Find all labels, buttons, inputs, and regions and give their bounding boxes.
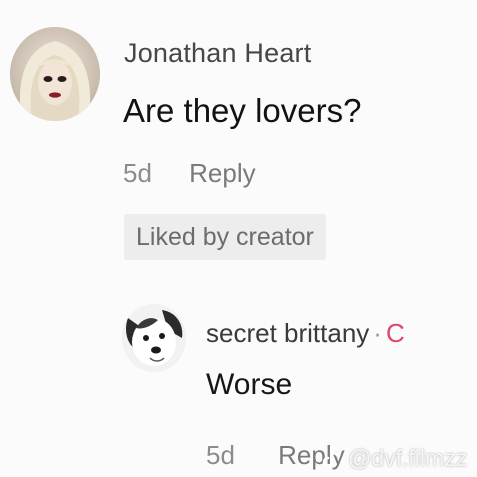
liked-by-creator-badge: Liked by creator <box>124 214 326 260</box>
tiktok-logo-icon <box>322 447 341 468</box>
reply-text: Worse <box>206 368 293 401</box>
avatar-dog-image-icon <box>122 304 186 372</box>
comment-meta: 5d Reply <box>123 158 256 189</box>
reply-timestamp: 5d <box>206 440 235 470</box>
user-avatar-icon[interactable] <box>10 27 100 121</box>
reply-button[interactable]: Reply <box>189 158 255 189</box>
watermark: @dvf.filmzz <box>318 444 467 472</box>
avatar-portrait-icon <box>10 27 100 121</box>
reply-author[interactable]: secret brittany <box>206 318 369 348</box>
comment-text: Are they lovers? <box>123 92 362 129</box>
comment-thread: Jonathan Heart Are they lovers? 5d Reply… <box>0 0 477 477</box>
dog-avatar-icon[interactable] <box>122 304 186 372</box>
comment-timestamp: 5d <box>123 158 152 188</box>
reply-author-line: secret brittany · C <box>206 318 405 349</box>
separator-dot: · <box>373 318 382 348</box>
watermark-handle: @dvf.filmzz <box>348 444 468 471</box>
comment-author[interactable]: Jonathan Heart <box>124 38 311 69</box>
creator-tag: C <box>385 318 405 348</box>
